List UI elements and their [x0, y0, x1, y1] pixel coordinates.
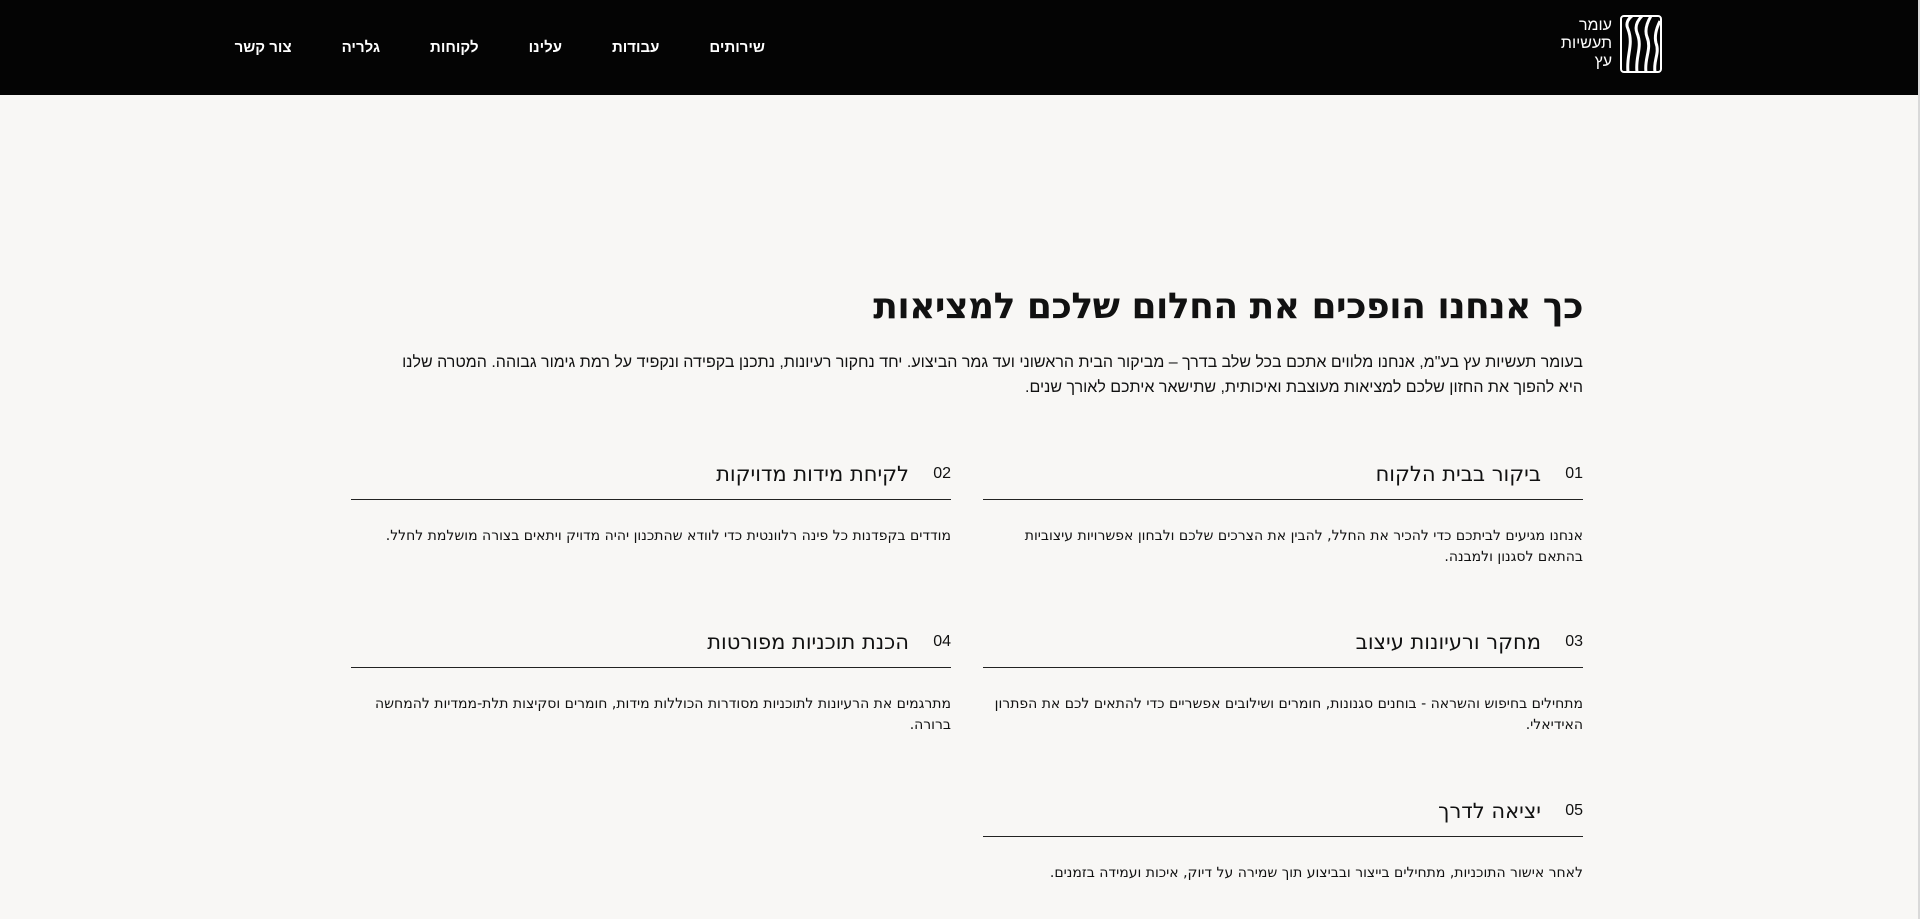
- step-number: 05: [1565, 801, 1583, 819]
- step-header: 03 מחקר ורעיונות עיצוב: [983, 616, 1583, 668]
- step-header: 04 הכנת תוכניות מפורטות: [351, 616, 951, 668]
- step-title: ביקור בבית הלקוח: [1375, 461, 1541, 486]
- brand-logo[interactable]: עומר תעשיות עץ: [1561, 15, 1662, 73]
- brand-name: עומר תעשיות עץ: [1561, 17, 1612, 71]
- step-card: 05 יציאה לדרך לאחר אישור התוכניות, מתחיל…: [983, 785, 1583, 884]
- step-card: 02 לקיחת מידות מדויקות מודדים בקפדנות כל…: [351, 448, 951, 547]
- nav-clients[interactable]: לקוחות: [430, 39, 479, 56]
- main-nav: שירותים עבודות עלינו לקוחות גלריה צור קש…: [235, 0, 765, 95]
- step-description: מתרגמים את הרעיונות לתוכניות מסודרות הכו…: [374, 696, 951, 733]
- step-number: 03: [1565, 632, 1583, 650]
- step-title: לקיחת מידות מדויקות: [716, 461, 909, 486]
- step-description: מודדים בקפדנות כל פינה רלוונטית כדי לווד…: [385, 528, 951, 544]
- nav-works[interactable]: עבודות: [612, 39, 659, 56]
- step-card: 01 ביקור בבית הלקוח אנחנו מגיעים לביתכם …: [983, 448, 1583, 568]
- site-header: עומר תעשיות עץ שירותים עבודות עלינו לקוח…: [0, 0, 1918, 95]
- brand-line-3: עץ: [1594, 53, 1612, 70]
- brand-line-1: עומר: [1578, 17, 1612, 34]
- nav-contact[interactable]: צור קשר: [235, 39, 292, 56]
- nav-about[interactable]: עלינו: [529, 39, 562, 56]
- step-header: 01 ביקור בבית הלקוח: [983, 448, 1583, 500]
- section-intro: בעומר תעשיות עץ בע"מ, אנחנו מלווים אתכם …: [402, 354, 1583, 396]
- step-title: מחקר ורעיונות עיצוב: [1355, 629, 1541, 654]
- step-card: 03 מחקר ורעיונות עיצוב מתחילים בחיפוש וה…: [983, 616, 1583, 736]
- step-number: 01: [1565, 464, 1583, 482]
- step-header: 05 יציאה לדרך: [983, 785, 1583, 837]
- step-description: לאחר אישור התוכניות, מתחילים בייצור ובבי…: [1049, 865, 1583, 881]
- nav-services[interactable]: שירותים: [709, 39, 765, 56]
- step-card: 04 הכנת תוכניות מפורטות מתרגמים את הרעיו…: [351, 616, 951, 736]
- step-description: אנחנו מגיעים לביתכם כדי להכיר את החלל, ל…: [1024, 528, 1583, 565]
- step-description: מתחילים בחיפוש והשראה - בוחנים סגנונות, …: [994, 696, 1583, 733]
- step-header: 02 לקיחת מידות מדויקות: [351, 448, 951, 500]
- nav-gallery[interactable]: גלריה: [342, 39, 380, 56]
- step-number: 04: [933, 632, 951, 650]
- step-title: הכנת תוכניות מפורטות: [707, 629, 909, 654]
- step-title: יציאה לדרך: [1438, 798, 1541, 823]
- brand-line-2: תעשיות: [1560, 35, 1612, 52]
- section-title: כך אנחנו הופכים את החלום שלכם למציאות: [873, 286, 1583, 327]
- wood-grain-logo-icon: [1620, 15, 1662, 73]
- step-number: 02: [933, 464, 951, 482]
